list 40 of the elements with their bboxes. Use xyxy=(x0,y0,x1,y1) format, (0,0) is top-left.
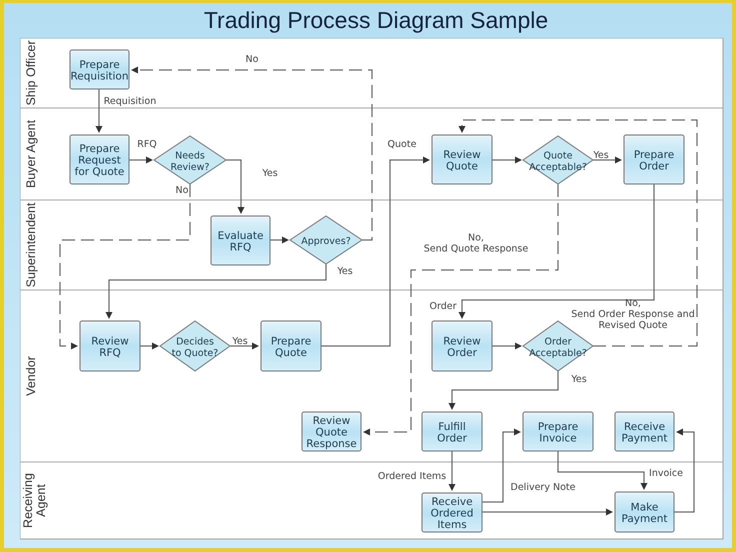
lane-label: Superintendent xyxy=(24,202,38,288)
decision-diamond: Approves? xyxy=(289,215,363,265)
process-step: Receive Payment xyxy=(614,412,674,452)
process-step: Prepare Request for Quote xyxy=(70,134,130,184)
process-step: Review Order xyxy=(432,320,492,372)
edge-label: Yes xyxy=(571,374,587,385)
process-step: Review Quote xyxy=(432,134,492,184)
edge-label: Yes xyxy=(337,266,353,277)
process-step: Fulfill Order xyxy=(422,412,482,452)
decision-diamond: Decides to Quote? xyxy=(159,320,231,372)
edge-label: Delivery Note xyxy=(510,482,576,493)
connector-arrow xyxy=(448,450,456,491)
process-step: Receive Ordered Items xyxy=(422,492,482,532)
process-step: Prepare Quote xyxy=(260,320,322,372)
lane-label: Vendor xyxy=(24,356,38,396)
process-step: Make Payment xyxy=(614,492,674,532)
edge-label: Yes xyxy=(262,168,278,179)
process-step: Review RFQ xyxy=(80,320,140,372)
process-step: Prepare Requisition xyxy=(70,50,130,90)
lane-label: Receiving Agent xyxy=(21,473,48,528)
edge-label: No xyxy=(246,54,258,65)
edge-label: RFQ xyxy=(137,139,157,150)
lane-label: Buyer Agent xyxy=(24,120,38,188)
edge-label: Quote xyxy=(388,139,416,150)
edge-label: Order xyxy=(430,301,456,312)
edge-label: Ordered Items xyxy=(378,471,446,482)
edge-label: Requisition xyxy=(104,96,156,107)
diagram-title: Trading Process Diagram Sample xyxy=(204,7,548,34)
edge-label: No xyxy=(176,185,188,196)
edge-label: Invoice xyxy=(649,468,683,479)
process-step: Review Quote Response xyxy=(302,412,362,452)
edge-label: No, Send Quote Response xyxy=(424,232,528,254)
connector-arrow xyxy=(230,342,259,350)
process-step: Prepare Order xyxy=(624,134,684,184)
connector-arrow xyxy=(96,88,102,133)
edge-label: Yes xyxy=(232,336,248,347)
lane-label: Ship Officer xyxy=(24,40,38,106)
edge-label: Yes xyxy=(593,150,609,161)
process-step: Prepare Invoice xyxy=(522,412,594,452)
process-step: Evaluate RFQ xyxy=(210,216,270,266)
